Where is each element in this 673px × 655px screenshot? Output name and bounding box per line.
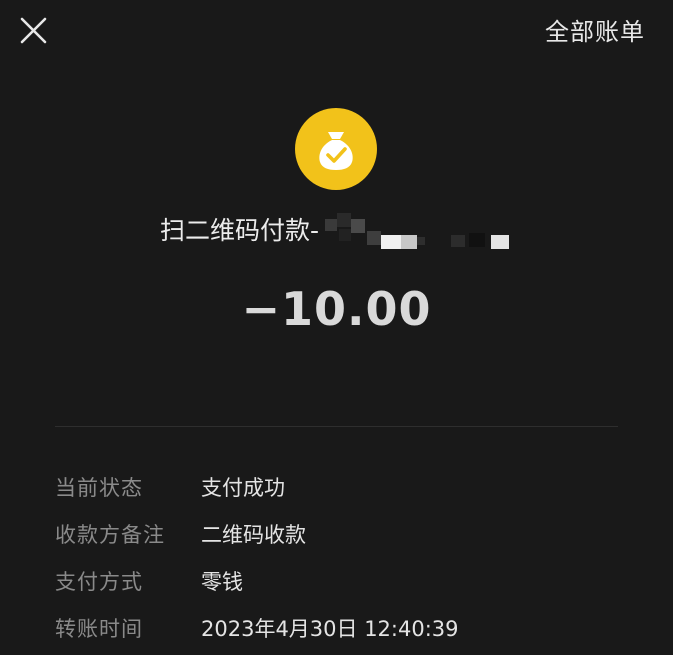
detail-value: 零钱: [201, 569, 243, 594]
bill-detail-screen: 全部账单 扫二维码付款- −10.00 当前状态 支付成功 收款方备注 二维码收…: [0, 0, 673, 655]
detail-value: 二维码收款: [201, 522, 306, 547]
money-bag-check-icon: [319, 132, 353, 170]
detail-row-payment-method: 支付方式 零钱: [55, 557, 655, 604]
merchant-line: 扫二维码付款-: [160, 209, 511, 249]
close-button[interactable]: [16, 14, 50, 48]
payment-amount: −10.00: [241, 282, 432, 336]
detail-label: 支付方式: [55, 569, 143, 594]
detail-label: 转账时间: [55, 616, 143, 641]
merchant-label: 扫二维码付款-: [160, 216, 320, 245]
detail-label: 当前状态: [55, 475, 143, 500]
divider: [55, 426, 618, 427]
detail-row-status: 当前状态 支付成功: [55, 463, 655, 510]
detail-list: 当前状态 支付成功 收款方备注 二维码收款 支付方式 零钱 转账时间 2023年…: [55, 463, 655, 651]
detail-value: 2023年4月30日 12:40:39: [201, 616, 459, 641]
masked-merchant-name: [321, 209, 511, 249]
detail-row-transfer-time: 转账时间 2023年4月30日 12:40:39: [55, 604, 655, 651]
all-bills-link[interactable]: 全部账单: [545, 12, 645, 47]
detail-row-payee-note: 收款方备注 二维码收款: [55, 510, 655, 557]
close-icon: [20, 17, 47, 44]
detail-value: 支付成功: [201, 475, 285, 500]
detail-label: 收款方备注: [55, 522, 165, 547]
payment-icon-badge: [295, 108, 377, 190]
